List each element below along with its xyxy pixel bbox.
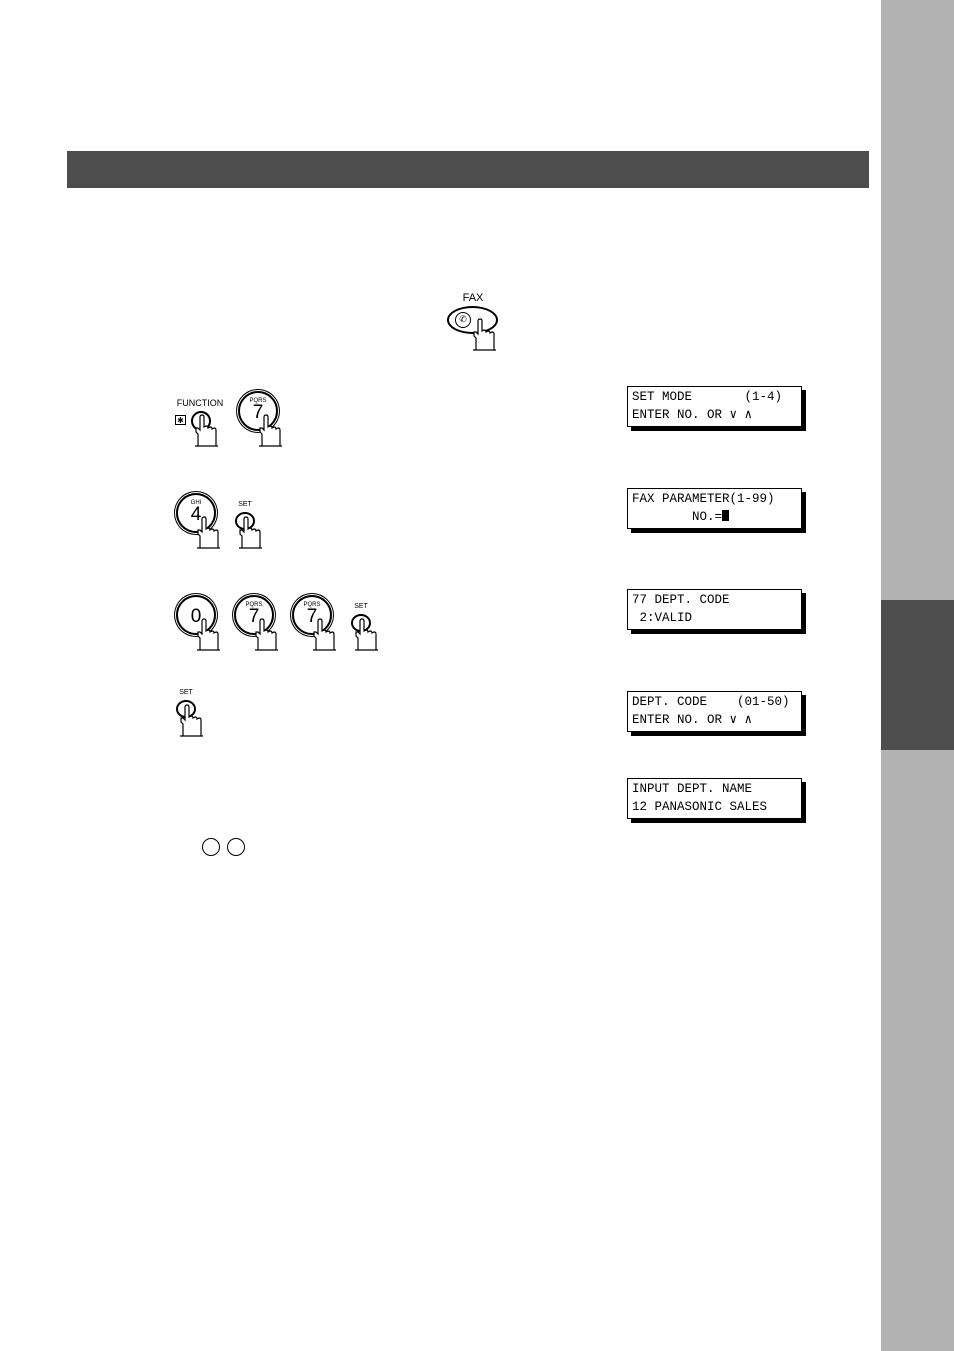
lcd-display: FAX PARAMETER(1-99) NO.= — [627, 488, 802, 529]
lcd-display: SET MODE (1-4) ENTER NO. OR ∨ ∧ — [627, 386, 802, 427]
fax-icon: ✆ — [455, 312, 471, 328]
pressing-hand-icon — [259, 414, 282, 447]
pressing-hand-icon — [313, 618, 336, 651]
key-symbol-circle — [227, 838, 245, 856]
set-label: SET — [354, 603, 368, 610]
lcd-display: DEPT. CODE (01-50) ENTER NO. OR ∨ ∧ — [627, 691, 802, 732]
section-header-bar — [67, 151, 869, 188]
side-index-tab-active — [881, 600, 954, 750]
manual-page: FAX ✆ FUNCTION ✱ PQRS 7 GHI 4 SET 0 PQRS 7 … — [0, 0, 954, 1351]
pressing-hand-icon — [255, 618, 278, 651]
cursor-block — [722, 510, 730, 521]
pressing-hand-icon — [180, 704, 203, 737]
star-key-symbol: ✱ — [175, 415, 186, 425]
function-label: FUNCTION — [176, 398, 224, 408]
set-label: SET — [179, 689, 193, 696]
pressing-hand-icon — [195, 414, 218, 447]
lcd-display: 77 DEPT. CODE 2:VALID — [627, 589, 802, 630]
pressing-hand-icon — [197, 516, 220, 549]
set-label: SET — [238, 501, 252, 508]
lcd-display: INPUT DEPT. NAME 12 PANASONIC SALES — [627, 778, 802, 819]
key-symbol-circle — [202, 838, 220, 856]
fax-label: FAX — [462, 292, 484, 304]
pressing-hand-icon — [355, 618, 378, 651]
pressing-hand-icon — [473, 318, 496, 351]
pressing-hand-icon — [197, 618, 220, 651]
pressing-hand-icon — [239, 516, 262, 549]
